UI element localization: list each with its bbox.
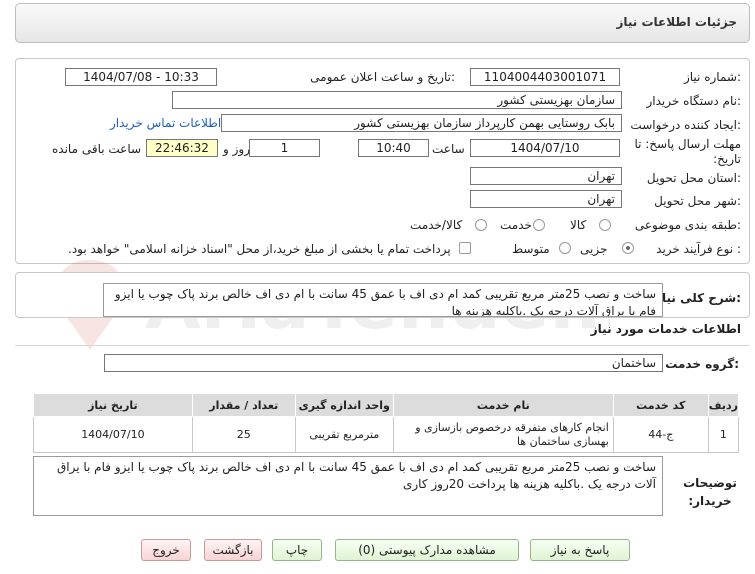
province-field: تهران xyxy=(470,167,622,185)
payment-note: پرداخت تمام یا بخشی از مبلغ خرید،از محل … xyxy=(68,242,451,256)
process-radio-minor[interactable] xyxy=(622,242,634,254)
category-radio-goods-service[interactable] xyxy=(475,219,487,231)
exit-button[interactable]: خروج xyxy=(141,539,191,561)
description-label: شرح کلی نیاز: xyxy=(655,291,741,305)
category-option-service: خدمت xyxy=(500,218,532,232)
section-divider xyxy=(15,345,750,346)
cell-code: ج-44 xyxy=(612,416,709,453)
col-header-date: تاریخ نیاز xyxy=(33,393,193,417)
cell-qty: 25 xyxy=(191,416,296,453)
deadline-date-field: 1404/07/10 xyxy=(470,139,620,157)
service-group-field: ساختمان xyxy=(104,354,663,372)
city-field: تهران xyxy=(470,190,622,208)
remaining-time-field: 22:46:32 xyxy=(146,139,218,157)
creator-field: بابک روستایی بهمن کارپرداز سازمان بهزیست… xyxy=(221,114,622,132)
cell-name: انجام کارهای متفرقه درخصوص بازسازی و بهس… xyxy=(392,416,614,453)
page-header: جزئیات اطلاعات نیاز xyxy=(15,3,750,43)
days-field: 1 xyxy=(249,139,320,157)
category-option-goods-service: کالا/خدمت xyxy=(410,218,463,232)
category-radio-service[interactable] xyxy=(533,219,545,231)
buyer-org-field: سازمان بهزیستی کشور xyxy=(172,91,622,109)
need-number-field: 1104004403001071 xyxy=(470,68,620,86)
col-header-index: ردیف xyxy=(707,393,740,417)
announce-label: تاریخ و ساعت اعلان عمومی: xyxy=(310,70,455,84)
cell-date: 1404/07/10 xyxy=(33,416,193,453)
buyer-contact-link[interactable]: اطلاعات تماس خریدار xyxy=(110,116,221,130)
cell-index: 1 xyxy=(707,416,740,453)
service-group-label: گروه خدمت: xyxy=(665,357,739,371)
page-title: جزئیات اطلاعات نیاز xyxy=(616,15,737,29)
category-option-goods: کالا xyxy=(570,218,587,232)
print-button[interactable]: چاپ xyxy=(272,539,322,561)
hour-label: ساعت xyxy=(432,142,465,156)
buyer-org-label: نام دستگاه خریدار: xyxy=(646,94,742,108)
attachments-button[interactable]: مشاهده مدارک پیوستی (0) xyxy=(335,539,519,561)
col-header-qty: تعداد / مقدار xyxy=(191,393,296,417)
creator-label: ایجاد کننده درخواست: xyxy=(630,118,741,132)
category-radio-goods[interactable] xyxy=(599,219,611,231)
city-label: شهر محل تحویل: xyxy=(654,194,741,208)
announce-datetime-field: 1404/07/08 - 10:33 xyxy=(65,68,217,86)
payment-checkbox[interactable] xyxy=(459,242,471,254)
reply-button[interactable]: پاسخ به نیاز xyxy=(530,539,630,561)
table-row: 1 ج-44 انجام کارهای متفرقه درخصوص بازساز… xyxy=(33,416,740,453)
days-label: روز و xyxy=(223,142,250,156)
buyer-notes-textarea[interactable]: ساخت و نصب 25متر مربع تقریبی کمد ام دی ا… xyxy=(33,456,663,516)
category-label: طبقه بندی موضوعی: xyxy=(634,218,741,232)
process-label: نوع فرآیند خرید : xyxy=(656,242,741,256)
buyer-notes-label: توضیحات خریدار: xyxy=(683,476,737,508)
back-button[interactable]: بازگشت xyxy=(204,539,262,561)
province-label: استان محل تحویل: xyxy=(646,171,741,185)
deadline-time-field: 10:40 xyxy=(358,139,429,157)
process-option-medium: متوسط xyxy=(512,242,550,256)
cell-unit: مترمربع تقریبی xyxy=(294,416,394,453)
col-header-code: کد خدمت xyxy=(612,393,709,417)
description-textarea[interactable]: ساخت و نصب 25متر مربع تقریبی کمد ام دی ا… xyxy=(103,283,663,317)
need-number-label: شماره نیاز: xyxy=(683,70,741,84)
services-table: ردیف کد خدمت نام خدمت واحد اندازه گیری ت… xyxy=(33,393,740,453)
deadline-label: مهلت ارسال پاسخ: تا تاریخ: xyxy=(634,137,741,166)
process-option-minor: جزیی xyxy=(580,242,608,256)
remaining-label: ساعت باقی مانده xyxy=(52,142,142,156)
services-section-title: اطلاعات خدمات مورد نیاز xyxy=(590,322,741,336)
table-header-row: ردیف کد خدمت نام خدمت واحد اندازه گیری ت… xyxy=(33,393,740,417)
col-header-name: نام خدمت xyxy=(392,393,614,417)
col-header-unit: واحد اندازه گیری xyxy=(294,393,394,417)
process-radio-medium[interactable] xyxy=(559,242,571,254)
